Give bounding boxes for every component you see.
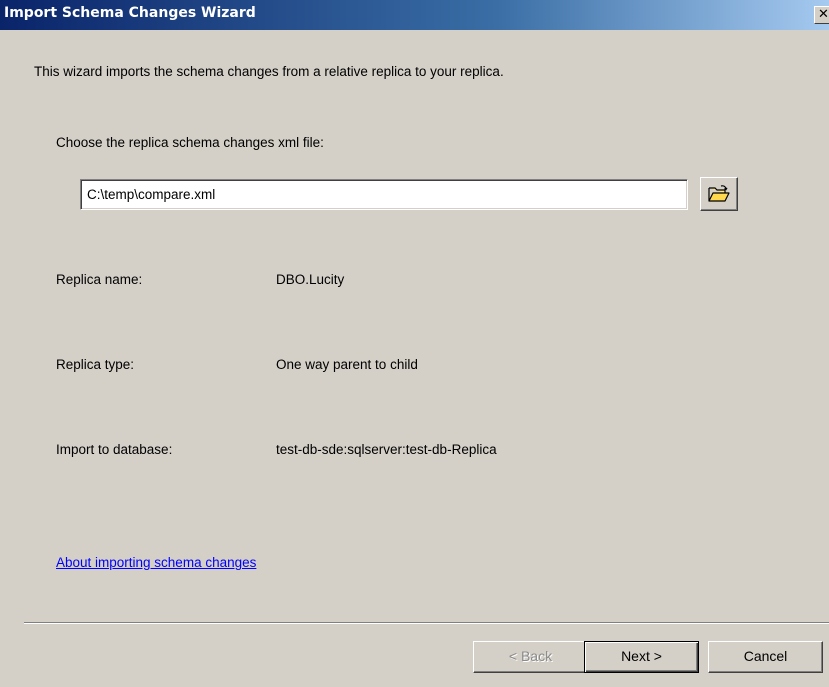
- window-title: Import Schema Changes Wizard: [4, 5, 256, 21]
- close-button[interactable]: ✕: [814, 6, 829, 24]
- intro-text: This wizard imports the schema changes f…: [34, 64, 504, 79]
- schema-file-input[interactable]: [80, 179, 688, 210]
- replica-name-value: DBO.Lucity: [276, 272, 345, 287]
- replica-name-label: Replica name:: [56, 272, 143, 287]
- help-link[interactable]: About importing schema changes: [56, 555, 256, 570]
- replica-type-label: Replica type:: [56, 357, 135, 372]
- cancel-button[interactable]: Cancel: [708, 641, 823, 673]
- title-bar: Import Schema Changes Wizard ✕: [0, 0, 829, 30]
- open-folder-icon: [708, 185, 730, 202]
- browse-button[interactable]: [700, 177, 738, 211]
- footer-separator: [24, 622, 829, 624]
- next-button[interactable]: Next >: [584, 641, 699, 673]
- import-database-value: test-db-sde:sqlserver:test-db-Replica: [276, 442, 497, 457]
- close-icon: ✕: [818, 7, 829, 22]
- back-button[interactable]: < Back: [473, 641, 588, 673]
- replica-type-value: One way parent to child: [276, 357, 418, 372]
- file-chooser-label: Choose the replica schema changes xml fi…: [56, 135, 324, 150]
- import-database-label: Import to database:: [56, 442, 173, 457]
